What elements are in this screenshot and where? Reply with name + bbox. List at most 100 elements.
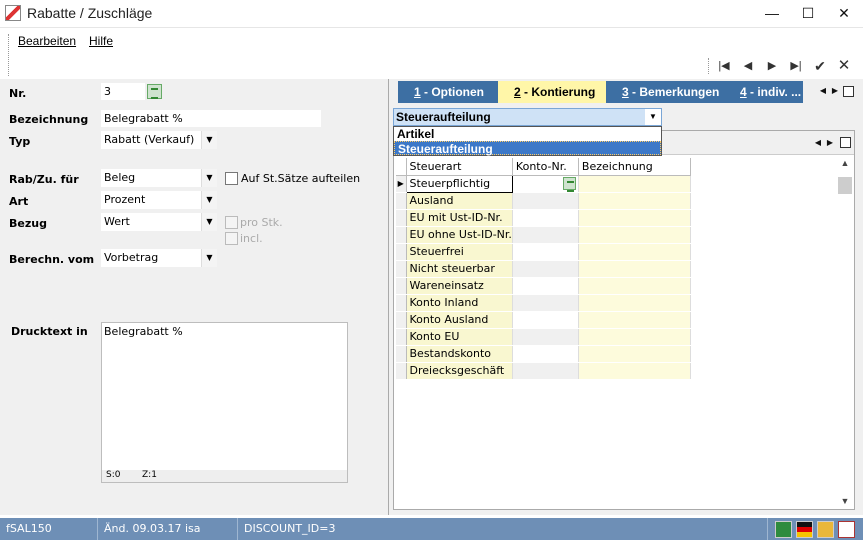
tab-kontierung[interactable]: 2 - Kontierung [498, 81, 606, 103]
table-row[interactable]: Nicht steuerbar [396, 260, 691, 278]
bezeichnung-field[interactable]: Belegrabatt % [101, 110, 321, 127]
tab-list-icon[interactable] [843, 86, 854, 97]
lookup-icon[interactable] [562, 176, 576, 192]
konto-cell[interactable] [512, 260, 579, 278]
steuerart-cell[interactable]: Dreiecksgeschäft [406, 362, 513, 380]
konto-cell[interactable] [512, 328, 579, 346]
steuerart-cell[interactable]: Konto Ausland [406, 311, 513, 329]
chevron-down-icon[interactable]: ▼ [201, 131, 217, 149]
cancel-icon[interactable]: ✕ [834, 57, 854, 75]
grid-scroll-left-icon[interactable]: ◀ [812, 136, 824, 150]
column-header-steuerart[interactable]: Steuerart [406, 158, 513, 176]
konto-cell[interactable] [512, 311, 579, 329]
vertical-scrollbar[interactable]: ▲ ▼ [836, 155, 854, 509]
bezeichnung-cell[interactable] [578, 243, 691, 261]
bezeichnung-cell[interactable] [578, 226, 691, 244]
tab-scroll-right-icon[interactable]: ▶ [829, 84, 841, 98]
bezeichnung-cell[interactable] [578, 294, 691, 312]
table-row[interactable]: Ausland [396, 192, 691, 210]
bezeichnung-cell[interactable] [578, 260, 691, 278]
pro-stk-checkbox[interactable] [225, 216, 238, 229]
steuerart-cell[interactable]: Steuerfrei [406, 243, 513, 261]
steuerart-cell[interactable]: Konto EU [406, 328, 513, 346]
table-row[interactable]: Steuerfrei [396, 243, 691, 261]
tab-optionen[interactable]: 1 - Optionen [398, 81, 495, 103]
konto-cell[interactable] [512, 192, 579, 210]
table-row[interactable]: Konto EU [396, 328, 691, 346]
bezeichnung-cell[interactable] [578, 175, 691, 193]
drucktext-textarea[interactable]: Belegrabatt % S:0 Z:1 [101, 322, 348, 483]
incl-checkbox[interactable] [225, 232, 238, 245]
bezeichnung-cell[interactable] [578, 192, 691, 210]
lookup-icon[interactable] [147, 84, 162, 99]
option-steueraufteilung[interactable]: Steueraufteilung [394, 141, 661, 156]
first-record-icon[interactable]: |◀ [714, 57, 734, 75]
chevron-down-icon[interactable]: ▼ [645, 109, 661, 125]
typ-select[interactable]: Rabatt (Verkauf) ▼ [101, 131, 217, 149]
excel-icon[interactable] [775, 521, 792, 538]
german-flag-icon[interactable] [796, 521, 813, 538]
chevron-down-icon[interactable]: ▼ [201, 191, 217, 209]
konto-cell[interactable] [512, 277, 579, 295]
scroll-down-icon[interactable]: ▼ [836, 493, 854, 509]
chevron-down-icon[interactable]: ▼ [201, 249, 217, 267]
menu-bearbeiten[interactable]: Bearbeiten [18, 34, 76, 48]
maximize-icon[interactable]: ☐ [794, 3, 822, 23]
auf-st-checkbox[interactable] [225, 172, 238, 185]
bezeichnung-cell[interactable] [578, 311, 691, 329]
table-row[interactable]: Konto Inland [396, 294, 691, 312]
konto-cell[interactable] [512, 294, 579, 312]
table-row[interactable]: Konto Ausland [396, 311, 691, 329]
minimize-icon[interactable]: — [758, 3, 786, 23]
table-row[interactable]: EU mit Ust-ID-Nr. [396, 209, 691, 227]
bezeichnung-cell[interactable] [578, 362, 691, 380]
steuerart-cell[interactable]: Wareneinsatz [406, 277, 513, 295]
steuerart-cell[interactable]: Bestandskonto [406, 345, 513, 363]
table-row[interactable]: Dreiecksgeschäft [396, 362, 691, 380]
steuerart-cell[interactable]: Steuerpflichtig [405, 174, 513, 193]
last-record-icon[interactable]: ▶| [786, 57, 806, 75]
nr-field[interactable]: 3 [101, 83, 145, 100]
konto-cell[interactable] [512, 345, 579, 363]
save-check-icon[interactable]: ✔ [810, 57, 830, 75]
table-row[interactable]: ▶ Steuerpflichtig [396, 174, 691, 193]
next-record-icon[interactable]: ▶ [762, 57, 782, 75]
steuerart-cell[interactable]: Nicht steuerbar [406, 260, 513, 278]
art-select[interactable]: Prozent ▼ [101, 191, 217, 209]
steuerart-cell[interactable]: EU ohne Ust-ID-Nr. [406, 226, 513, 244]
steuerart-cell[interactable]: Ausland [406, 192, 513, 210]
table-row[interactable]: EU ohne Ust-ID-Nr. [396, 226, 691, 244]
grid-menu-icon[interactable] [840, 137, 851, 148]
table-row[interactable]: Bestandskonto [396, 345, 691, 363]
tab-bemerkungen[interactable]: 3 - Bemerkungen [606, 81, 726, 103]
scroll-up-icon[interactable]: ▲ [836, 155, 854, 171]
konto-cell[interactable] [512, 209, 579, 227]
prev-record-icon[interactable]: ◀ [738, 57, 758, 75]
scroll-thumb[interactable] [838, 177, 852, 194]
berechn-select[interactable]: Vorbetrag ▼ [101, 249, 217, 267]
column-header-bezeichnung[interactable]: Bezeichnung [578, 158, 691, 176]
table-row[interactable]: Wareneinsatz [396, 277, 691, 295]
konto-cell[interactable] [512, 226, 579, 244]
print-icon[interactable] [838, 521, 855, 538]
konto-cell[interactable] [512, 362, 579, 380]
column-header-konto[interactable]: Konto-Nr. [512, 158, 579, 176]
steuerart-cell[interactable]: EU mit Ust-ID-Nr. [406, 209, 513, 227]
bezeichnung-cell[interactable] [578, 345, 691, 363]
chevron-down-icon[interactable]: ▼ [201, 169, 217, 187]
chevron-down-icon[interactable]: ▼ [201, 213, 217, 231]
tab-scroll-left-icon[interactable]: ◀ [817, 84, 829, 98]
close-icon[interactable]: ✕ [830, 3, 858, 23]
menu-hilfe[interactable]: Hilfe [89, 34, 113, 48]
lock-icon[interactable] [817, 521, 834, 538]
konto-cell[interactable] [512, 175, 579, 193]
tab-indiv[interactable]: 4 - indiv. ... [726, 81, 803, 103]
kontierung-mode-select[interactable]: Steueraufteilung ▼ [393, 108, 662, 126]
konto-cell[interactable] [512, 243, 579, 261]
option-artikel[interactable]: Artikel [394, 127, 661, 141]
steuerart-cell[interactable]: Konto Inland [406, 294, 513, 312]
bezeichnung-cell[interactable] [578, 328, 691, 346]
bezeichnung-cell[interactable] [578, 209, 691, 227]
bezug-select[interactable]: Wert ▼ [101, 213, 217, 231]
rabzu-select[interactable]: Beleg ▼ [101, 169, 217, 187]
